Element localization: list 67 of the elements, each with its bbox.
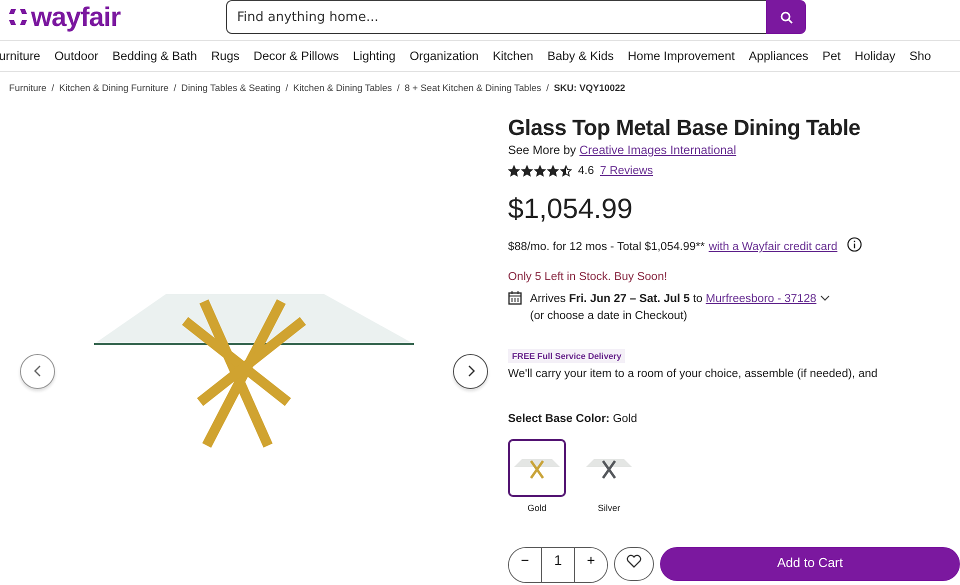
- nav-link[interactable]: Decor & Pillows: [254, 49, 339, 63]
- see-more-text: See More by: [508, 143, 576, 157]
- breadcrumb-link[interactable]: Kitchen & Dining Furniture: [59, 82, 169, 93]
- arrival-text: Arrives Fri. Jun 27 – Sat. Jul 5 to: [530, 293, 703, 305]
- breadcrumb-separator: /: [397, 82, 400, 93]
- favorite-button[interactable]: [614, 547, 654, 581]
- heart-icon: [626, 554, 642, 568]
- search-button[interactable]: [766, 0, 806, 34]
- chevron-right-icon: [466, 365, 474, 377]
- nav-link[interactable]: Kitchen: [492, 49, 534, 63]
- nav-link[interactable]: Outdoor: [54, 49, 98, 63]
- breadcrumb-separator: /: [546, 82, 549, 93]
- nav-link[interactable]: Appliances: [748, 49, 808, 63]
- product-title: Glass Top Metal Base Dining Table: [508, 115, 862, 141]
- search-icon: [780, 10, 792, 24]
- nav-link[interactable]: Home Improvement: [628, 49, 735, 63]
- location-link[interactable]: Murfreesboro - 37128: [706, 293, 816, 305]
- info-icon[interactable]: [847, 236, 862, 252]
- breadcrumb-separator: /: [286, 82, 288, 93]
- nav-link[interactable]: Bedding & Bath: [112, 49, 198, 63]
- star-icon: [534, 165, 546, 177]
- selected-color: Gold: [612, 413, 638, 425]
- search-field[interactable]: Find anything home...: [226, 0, 766, 34]
- calendar-icon: [508, 291, 522, 305]
- financing-text: $88/mo. for 12 mos - Total $1,054.99**: [508, 241, 705, 253]
- breadcrumb-link[interactable]: Dining Tables & Seating: [181, 82, 281, 93]
- nav-link[interactable]: Pet: [822, 49, 841, 63]
- nav-link[interactable]: Sho: [909, 49, 932, 63]
- color-swatch[interactable]: [508, 439, 566, 497]
- swatch-label: Silver: [598, 503, 620, 513]
- wayfair-logo[interactable]: wayfair: [8, 2, 226, 32]
- star-icon: [508, 165, 520, 177]
- credit-card-link[interactable]: with a Wayfair credit card: [708, 241, 838, 253]
- table-thumbnail-icon: [514, 457, 560, 479]
- breadcrumb-link[interactable]: Furniture: [9, 82, 47, 93]
- stock-notice: Only 5 Left in Stock. Buy Soon!: [508, 271, 668, 283]
- product-price: $1,054.99: [508, 193, 634, 225]
- delivery-badge: FREE Full Service Delivery: [508, 349, 626, 363]
- star-icon: [521, 165, 533, 177]
- breadcrumb-separator: /: [174, 82, 176, 93]
- next-image-button[interactable]: [453, 354, 488, 388]
- brand-link[interactable]: Creative Images International: [579, 143, 736, 157]
- rating-value: 4.6: [578, 165, 594, 177]
- table-thumbnail-icon: [586, 457, 632, 479]
- arrival-note: (or choose a date in Checkout): [530, 309, 688, 324]
- breadcrumb-link[interactable]: Kitchen & Dining Tables: [293, 82, 392, 93]
- quantity-stepper[interactable]: − 1 +: [508, 547, 608, 583]
- nav-link[interactable]: Rugs: [211, 49, 240, 63]
- quantity-value: 1: [541, 548, 575, 582]
- nav-link[interactable]: Holiday: [854, 49, 896, 63]
- nav-link[interactable]: Baby & Kids: [547, 49, 614, 63]
- star-icon: [547, 165, 559, 177]
- chevron-down-icon[interactable]: [820, 295, 830, 302]
- breadcrumb-separator: /: [52, 82, 54, 93]
- nav-link[interactable]: Organization: [410, 49, 479, 63]
- breadcrumb-link[interactable]: 8 + Seat Kitchen & Dining Tables: [404, 82, 542, 93]
- swatch-label: Gold: [527, 503, 546, 513]
- color-label: Select Base Color:: [508, 413, 610, 425]
- sku-text: SKU: VQY10022: [554, 82, 626, 93]
- add-to-cart-button[interactable]: Add to Cart: [660, 547, 960, 581]
- reviews-link[interactable]: 7 Reviews: [600, 165, 654, 177]
- nav-link[interactable]: urniture: [0, 49, 40, 63]
- previous-image-button[interactable]: [20, 354, 55, 388]
- star-icon: [560, 165, 572, 177]
- delivery-description: We'll carry your item to a room of your choice, assemble (if needed), and: [508, 368, 879, 380]
- chevron-left-icon: [34, 365, 42, 377]
- nav-link[interactable]: Lighting: [352, 49, 396, 63]
